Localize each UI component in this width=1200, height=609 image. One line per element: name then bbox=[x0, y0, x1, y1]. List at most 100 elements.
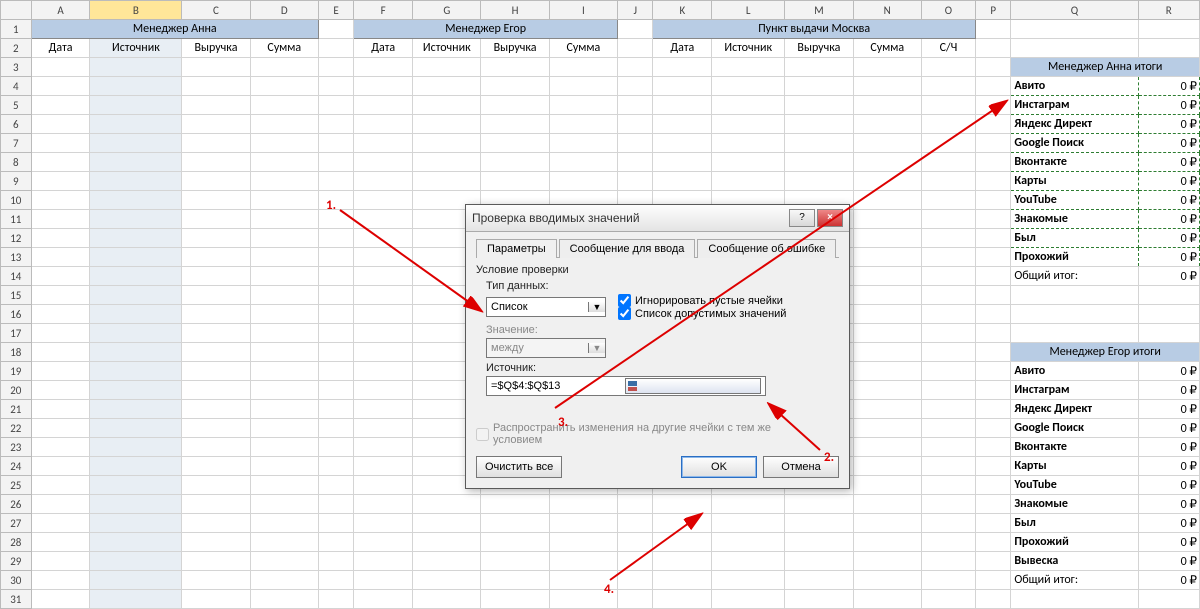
cell[interactable] bbox=[785, 134, 853, 153]
summary-row-value[interactable]: 0 ₽ bbox=[1138, 552, 1199, 571]
cell[interactable] bbox=[976, 248, 1011, 267]
cell[interactable] bbox=[853, 514, 921, 533]
cell[interactable] bbox=[618, 172, 653, 191]
cell[interactable] bbox=[90, 286, 182, 305]
cell[interactable] bbox=[853, 153, 921, 172]
cell[interactable] bbox=[354, 153, 413, 172]
cell[interactable] bbox=[250, 495, 318, 514]
row-header[interactable]: 1 bbox=[1, 20, 32, 39]
cell[interactable] bbox=[182, 210, 250, 229]
cell[interactable] bbox=[853, 362, 921, 381]
cell[interactable] bbox=[354, 343, 413, 362]
cell[interactable] bbox=[618, 590, 653, 609]
cell[interactable] bbox=[90, 400, 182, 419]
cell[interactable] bbox=[976, 134, 1011, 153]
dialog-titlebar[interactable]: Проверка вводимых значений ? × bbox=[466, 205, 849, 232]
cell[interactable] bbox=[182, 552, 250, 571]
col-header-O[interactable]: O bbox=[921, 1, 975, 20]
cell[interactable] bbox=[976, 210, 1011, 229]
cell[interactable] bbox=[182, 362, 250, 381]
select-all[interactable] bbox=[1, 1, 32, 20]
cell[interactable] bbox=[318, 305, 353, 324]
summary-row-label[interactable]: Авито bbox=[1011, 77, 1138, 96]
cell[interactable] bbox=[853, 571, 921, 590]
cell[interactable] bbox=[976, 533, 1011, 552]
cell[interactable] bbox=[921, 381, 975, 400]
cell[interactable] bbox=[921, 476, 975, 495]
cell[interactable] bbox=[31, 229, 90, 248]
cell[interactable] bbox=[250, 438, 318, 457]
cell[interactable] bbox=[31, 343, 90, 362]
range-select-icon[interactable] bbox=[625, 378, 761, 394]
cell[interactable] bbox=[976, 419, 1011, 438]
cell[interactable] bbox=[921, 58, 975, 77]
cell[interactable] bbox=[921, 343, 975, 362]
cell[interactable] bbox=[921, 248, 975, 267]
cell[interactable] bbox=[318, 115, 353, 134]
cell[interactable] bbox=[90, 191, 182, 210]
cell[interactable] bbox=[785, 533, 853, 552]
cell[interactable] bbox=[481, 115, 549, 134]
cell[interactable] bbox=[250, 191, 318, 210]
cell[interactable] bbox=[853, 533, 921, 552]
col-header-J[interactable]: J bbox=[618, 1, 653, 20]
cell[interactable] bbox=[31, 324, 90, 343]
cell[interactable] bbox=[182, 305, 250, 324]
cell[interactable] bbox=[182, 438, 250, 457]
cell[interactable] bbox=[354, 362, 413, 381]
cell[interactable] bbox=[31, 495, 90, 514]
cell[interactable] bbox=[618, 495, 653, 514]
cell[interactable] bbox=[549, 96, 617, 115]
cell[interactable] bbox=[976, 381, 1011, 400]
cell[interactable] bbox=[976, 229, 1011, 248]
cell[interactable] bbox=[250, 343, 318, 362]
cell[interactable] bbox=[712, 77, 785, 96]
cell[interactable] bbox=[318, 476, 353, 495]
cell[interactable] bbox=[31, 58, 90, 77]
cell[interactable] bbox=[853, 400, 921, 419]
cell[interactable] bbox=[90, 362, 182, 381]
summary-row-label[interactable]: YouTube bbox=[1011, 476, 1138, 495]
cell[interactable] bbox=[31, 191, 90, 210]
cell[interactable] bbox=[712, 590, 785, 609]
cell[interactable] bbox=[318, 58, 353, 77]
cell[interactable] bbox=[31, 248, 90, 267]
cell[interactable] bbox=[354, 58, 413, 77]
cell[interactable] bbox=[785, 514, 853, 533]
cell[interactable] bbox=[318, 248, 353, 267]
cell[interactable] bbox=[853, 191, 921, 210]
cell[interactable] bbox=[250, 115, 318, 134]
summary-row-value[interactable]: 0 ₽ bbox=[1138, 115, 1199, 134]
source-input[interactable]: =$Q$4:$Q$13 bbox=[486, 376, 766, 396]
cell[interactable] bbox=[182, 457, 250, 476]
cell[interactable] bbox=[549, 571, 617, 590]
cell[interactable] bbox=[413, 58, 481, 77]
cell[interactable] bbox=[354, 77, 413, 96]
cell[interactable] bbox=[354, 191, 413, 210]
cell[interactable] bbox=[31, 77, 90, 96]
summary-row-label[interactable]: Вывеска bbox=[1011, 552, 1138, 571]
cell[interactable] bbox=[653, 514, 712, 533]
cell[interactable] bbox=[976, 476, 1011, 495]
cell[interactable] bbox=[31, 533, 90, 552]
summary-row-label[interactable]: Яндекс Директ bbox=[1011, 400, 1138, 419]
cell[interactable] bbox=[921, 552, 975, 571]
cell[interactable] bbox=[182, 400, 250, 419]
cell[interactable] bbox=[976, 457, 1011, 476]
cell[interactable] bbox=[921, 286, 975, 305]
clear-all-button[interactable]: Очистить все bbox=[476, 456, 562, 478]
col-header-A[interactable]: A bbox=[31, 1, 90, 20]
cell[interactable] bbox=[318, 172, 353, 191]
cell[interactable] bbox=[90, 77, 182, 96]
close-button[interactable]: × bbox=[817, 209, 843, 227]
cell[interactable] bbox=[481, 77, 549, 96]
summary-row-value[interactable]: 0 ₽ bbox=[1138, 400, 1199, 419]
cell[interactable] bbox=[318, 324, 353, 343]
cell[interactable] bbox=[31, 153, 90, 172]
cell[interactable] bbox=[250, 134, 318, 153]
cell[interactable] bbox=[318, 362, 353, 381]
cell[interactable] bbox=[549, 514, 617, 533]
cell[interactable] bbox=[853, 419, 921, 438]
cell[interactable] bbox=[976, 514, 1011, 533]
summary-row-label[interactable]: Прохожий bbox=[1011, 248, 1138, 267]
